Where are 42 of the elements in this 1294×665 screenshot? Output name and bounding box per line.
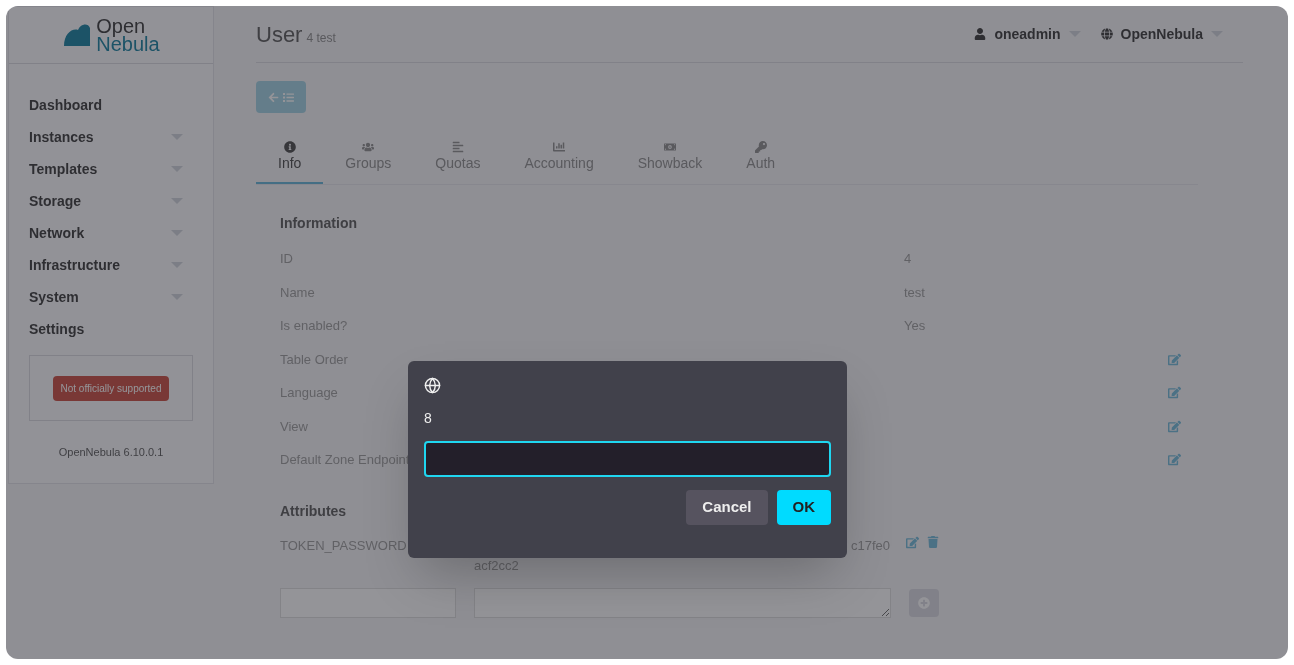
cancel-button[interactable]: Cancel (686, 490, 768, 525)
edit-icon[interactable] (1168, 352, 1181, 366)
tab-icon (451, 141, 464, 153)
prompt-label: 8 (424, 409, 432, 428)
tab[interactable]: Info (256, 141, 324, 184)
delete-icon[interactable] (927, 535, 939, 548)
logo-text: Nebula (96, 35, 160, 53)
sidebar-item[interactable]: Instances (29, 121, 183, 153)
edit-icon[interactable] (1168, 419, 1181, 433)
sidebar-item[interactable]: Network (29, 217, 183, 249)
tab-icon (362, 141, 375, 153)
user-icon (974, 28, 987, 40)
sidebar-item[interactable]: Settings (29, 313, 183, 345)
ok-button[interactable]: OK (776, 490, 831, 525)
sidebar-item[interactable]: System (29, 281, 183, 313)
tab-icon (754, 141, 767, 153)
edit-icon[interactable] (1168, 386, 1181, 400)
globe-icon (424, 377, 441, 394)
attribute-key-input[interactable] (280, 587, 456, 618)
tab-icon (283, 141, 296, 153)
edit-icon[interactable] (1168, 453, 1181, 467)
arrow-left-icon (268, 91, 279, 103)
globe-icon (1100, 28, 1113, 40)
list-icon (283, 91, 294, 103)
attribute-value-input[interactable] (474, 587, 891, 618)
back-to-list-button[interactable] (256, 81, 306, 113)
sidebar-item[interactable]: Infrastructure (29, 249, 183, 281)
sidebar-item[interactable]: Storage (29, 185, 183, 217)
zone-menu[interactable]: OpenNebula (1100, 23, 1223, 45)
sidebar-item[interactable]: Dashboard (29, 89, 183, 121)
page-title: User (256, 20, 303, 49)
tab-icon (553, 141, 566, 153)
user-menu[interactable]: oneadmin (974, 23, 1081, 45)
status-badge: Not officially supported (52, 375, 170, 401)
tab-icon (664, 141, 676, 153)
edit-icon[interactable] (906, 535, 919, 549)
sidebar-item[interactable]: Templates (29, 153, 183, 185)
prompt-input[interactable] (424, 441, 831, 477)
section-heading: Information (280, 214, 357, 233)
logo-text: Open (96, 17, 146, 35)
section-heading: Attributes (280, 501, 347, 521)
version-text: OpenNebula 6.10.0.1 (58, 444, 164, 460)
